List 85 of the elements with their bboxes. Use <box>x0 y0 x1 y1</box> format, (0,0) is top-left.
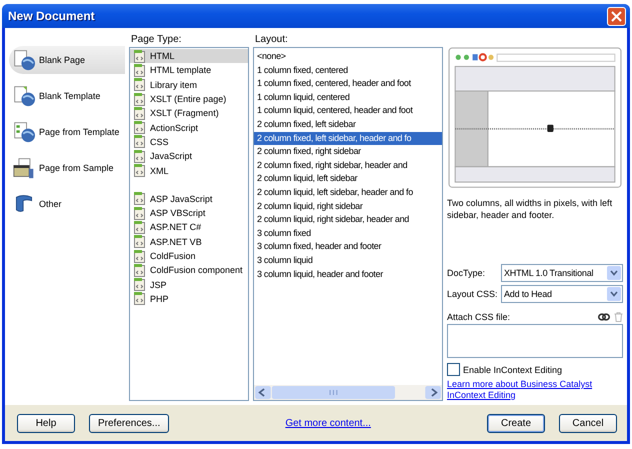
document-globe-icon <box>12 121 36 143</box>
page-type-label: Page Type: <box>130 34 182 45</box>
document-icon <box>133 163 146 178</box>
document-icon <box>133 106 146 121</box>
chain-link-icon <box>598 313 610 321</box>
document-icon <box>133 148 146 164</box>
chevron-down-icon <box>610 291 618 297</box>
document-icon <box>133 248 146 264</box>
page-type-item[interactable]: PHP <box>130 292 248 306</box>
horizontal-scrollbar[interactable] <box>254 385 442 400</box>
category-item[interactable]: Blank Page <box>9 46 125 74</box>
incontext-checkbox[interactable] <box>447 363 460 376</box>
document-icon <box>133 277 146 292</box>
page-type-item[interactable]: JavaScript <box>130 149 248 164</box>
document-icon <box>133 191 146 206</box>
attach-css-label: Attach CSS file: <box>447 312 510 322</box>
page-type-item[interactable]: ColdFusion <box>130 248 248 264</box>
page-type-item[interactable]: XSLT (Entire page) <box>130 92 248 106</box>
page-type-item[interactable]: JSP <box>130 277 248 292</box>
layout-item[interactable]: 1 column liquid, centered, header and foot <box>254 104 442 118</box>
layout-css-dropdown[interactable]: Add to Head <box>501 285 623 303</box>
page-type-item[interactable]: ASP VBScript <box>130 206 248 220</box>
document-icon <box>133 77 146 92</box>
page-type-item[interactable]: XSLT (Fragment) <box>130 106 248 120</box>
document-icon <box>133 262 146 278</box>
layout-description: Two columns, all widths in pixels, with left sidebar, header and footer. <box>447 197 614 222</box>
document-icon <box>133 206 146 221</box>
page-type-item[interactable]: ASP.NET C# <box>130 220 248 235</box>
create-button[interactable]: Create <box>487 414 545 432</box>
learn-more-link[interactable]: Learn more about Business Catalyst InContext Editing <box>447 379 623 401</box>
layout-item[interactable]: 2 column fixed, right sidebar, header and <box>254 158 442 172</box>
close-button[interactable] <box>607 6 626 26</box>
layout-item[interactable]: 2 column fixed, left sidebar <box>254 118 442 132</box>
page-type-item[interactable]: ASP JavaScript <box>130 192 248 206</box>
layout-item[interactable]: 3 column fixed, header and footer <box>254 240 442 254</box>
preferences-button[interactable]: Preferences... <box>89 414 170 432</box>
document-globe-icon <box>12 49 36 71</box>
layout-item[interactable]: 1 column fixed, centered, header and foot <box>254 77 442 91</box>
page-type-item[interactable]: Library item <box>130 78 248 92</box>
page-type-item[interactable]: XML <box>130 163 248 178</box>
layout-item[interactable]: 2 column fixed, left sidebar, header and fo <box>254 132 442 146</box>
document-icon <box>133 291 146 306</box>
cancel-button[interactable]: Cancel <box>559 414 617 432</box>
layout-item[interactable]: 1 column fixed, centered <box>254 64 442 78</box>
document-globe-icon <box>12 85 36 107</box>
doctype-dropdown[interactable]: XHTML 1.0 Transitional <box>501 264 623 282</box>
layout-item[interactable]: 1 column liquid, centered <box>254 90 442 104</box>
layout-item[interactable]: 2 column liquid, right sidebar <box>254 200 442 214</box>
layout-css-label: Layout CSS: <box>447 289 499 299</box>
page-type-item[interactable]: ASP.NET VB <box>130 234 248 249</box>
layout-item[interactable]: 3 column fixed <box>254 226 442 240</box>
layout-item[interactable]: 2 column liquid, right sidebar, header and <box>254 213 442 227</box>
attach-link-button[interactable] <box>598 312 610 322</box>
doctype-label: DocType: <box>447 268 486 278</box>
page-type-item[interactable]: HTML <box>130 49 248 64</box>
layout-item[interactable]: 2 column liquid, left sidebar <box>254 172 442 186</box>
trash-icon <box>614 312 623 322</box>
page-type-item[interactable]: ActionScript <box>130 120 248 135</box>
document-icon <box>133 220 146 235</box>
category-item[interactable]: Other <box>9 190 125 218</box>
page-type-item[interactable]: ColdFusion component <box>130 263 248 278</box>
document-icon <box>133 134 146 150</box>
page-type-item[interactable]: HTML template <box>130 63 248 78</box>
document-icon <box>133 120 146 136</box>
document-icon <box>133 92 146 107</box>
chevron-down-icon <box>610 270 618 276</box>
layout-item[interactable]: 2 column liquid, left sidebar, header and fo <box>254 186 442 200</box>
layout-item[interactable]: 3 column liquid <box>254 254 442 268</box>
category-item[interactable]: Page from Sample <box>9 154 125 182</box>
document-icon <box>133 48 146 64</box>
category-item[interactable]: Page from Template <box>9 118 125 146</box>
incontext-label: Enable InContext Editing <box>463 364 562 374</box>
folder-icon <box>12 157 36 179</box>
layout-item[interactable]: 2 column fixed, right sidebar <box>254 145 442 159</box>
layout-label: Layout: <box>254 34 289 45</box>
get-more-content-link[interactable]: Get more content... <box>285 418 371 428</box>
category-item[interactable]: Blank Template <box>9 82 125 110</box>
window-title: New Document <box>8 9 95 23</box>
help-button[interactable]: Help <box>17 414 75 432</box>
document-icon <box>133 234 146 250</box>
layout-item[interactable]: 3 column liquid, header and footer <box>254 268 442 282</box>
page-type-item[interactable]: CSS <box>130 134 248 150</box>
layout-item[interactable]: <none> <box>254 50 442 64</box>
close-icon <box>611 10 622 22</box>
document-icon <box>133 62 146 78</box>
